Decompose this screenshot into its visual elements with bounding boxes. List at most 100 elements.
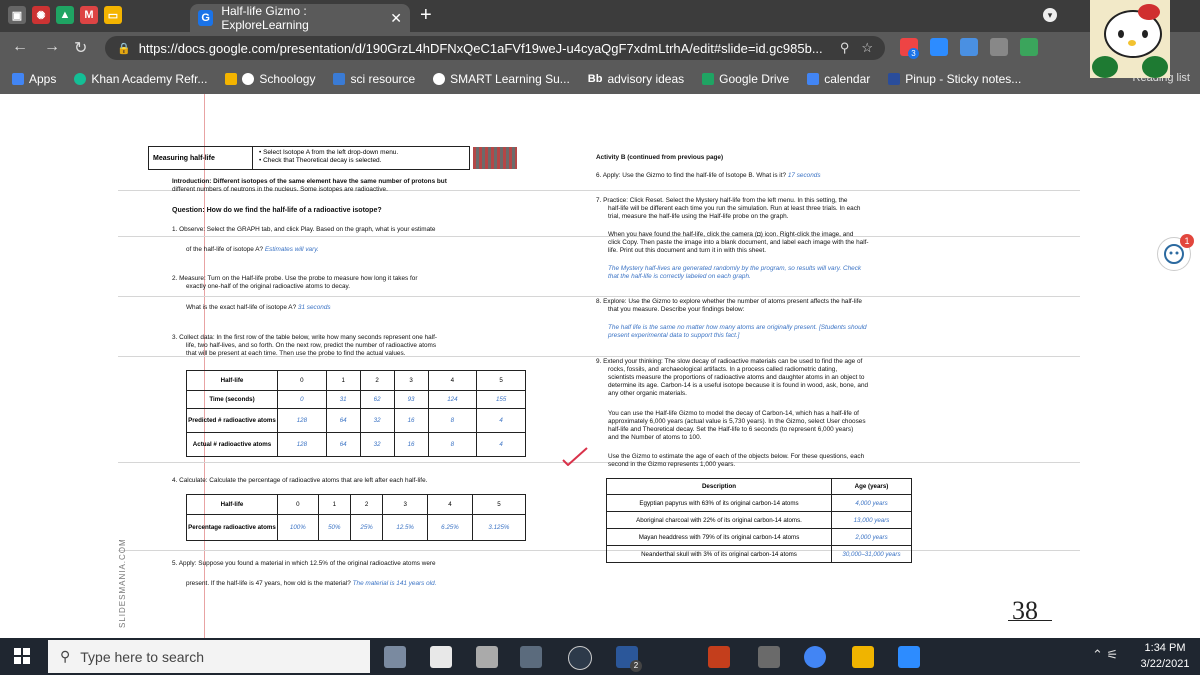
file-explorer-icon[interactable] bbox=[758, 646, 780, 668]
q2-answer: 31 seconds bbox=[297, 304, 331, 311]
gizmo-thumbnail bbox=[473, 147, 517, 169]
zoom-icon[interactable] bbox=[898, 646, 920, 668]
q2-prompt: What is the exact half-life of isotope A… bbox=[186, 304, 297, 311]
forward-icon[interactable]: → bbox=[44, 38, 60, 56]
calendar-icon bbox=[807, 73, 820, 85]
windows-start-icon[interactable] bbox=[14, 648, 30, 664]
back-icon[interactable]: ← bbox=[12, 38, 28, 56]
bookmark-pinup[interactable]: Pinup - Sticky notes... bbox=[888, 72, 1021, 86]
tab-strip: ▣ ✺ ▲ M ▭ G Half-life Gizmo : ExploreLea… bbox=[0, 0, 1200, 32]
extension-icon[interactable] bbox=[960, 38, 978, 56]
new-tab-button[interactable]: + bbox=[420, 4, 432, 27]
zoom-extension-icon[interactable] bbox=[930, 38, 948, 56]
margin-line bbox=[204, 94, 205, 638]
bookmark-advisory[interactable]: Bb advisory ideas bbox=[588, 72, 684, 86]
table-cell: 25% bbox=[349, 514, 384, 541]
table-row: Neanderthal skull with 3% of its origina… bbox=[606, 545, 912, 563]
q1-text: 1. Observe: Select the GRAPH tab, and cl… bbox=[172, 226, 436, 233]
pinned-tab-icon[interactable]: ▣ bbox=[8, 6, 26, 24]
table-cell: 2,000 years bbox=[831, 528, 912, 546]
taskbar-clock[interactable]: 1:34 PM 3/22/2021 bbox=[1140, 640, 1190, 672]
bookmark-smart[interactable]: SMART Learning Su... bbox=[433, 72, 570, 86]
bullet-text: Select Isotope A from the left drop-down… bbox=[263, 149, 399, 156]
q7-line: click Copy. Then paste the image into a … bbox=[608, 239, 869, 246]
q8-answer-line: present experimental data to support thi… bbox=[608, 332, 740, 339]
table-cell: Neanderthal skull with 3% of its origina… bbox=[606, 545, 832, 563]
pompom bbox=[1142, 56, 1168, 78]
slides-icon[interactable]: ▭ bbox=[104, 6, 122, 24]
measuring-label: Measuring half-life bbox=[149, 147, 253, 169]
q9-line: You can use the Half-life Gizmo to model… bbox=[608, 410, 859, 417]
table-label: Half-life bbox=[186, 494, 278, 515]
table-cell: 2 bbox=[349, 494, 384, 515]
clock-time: 1:34 PM bbox=[1144, 642, 1186, 654]
bookmark-label: Khan Academy Refr... bbox=[91, 72, 208, 86]
q9-text: 9. Extend your thinking: The slow decay … bbox=[596, 358, 916, 398]
site-icon bbox=[333, 73, 346, 85]
q9-line: approximately 6,000 years (actual value … bbox=[608, 418, 866, 425]
kitty-bow bbox=[1138, 4, 1160, 20]
extensions: 3 bbox=[900, 38, 1038, 59]
bookmark-schoology[interactable]: Schoology bbox=[225, 72, 315, 86]
side-panel-icon[interactable]: 1 bbox=[1157, 234, 1194, 271]
extension-icon[interactable] bbox=[990, 38, 1008, 56]
calculator-icon[interactable] bbox=[476, 646, 498, 668]
q9-instructions: You can use the Half-life Gizmo to model… bbox=[608, 410, 918, 442]
table-cell: 62 bbox=[359, 390, 395, 409]
table-row: Description Age (years) bbox=[606, 478, 912, 495]
drive-icon[interactable]: ▲ bbox=[56, 6, 74, 24]
measuring-bullets: • Select Isotope A from the left drop-do… bbox=[259, 149, 399, 164]
taskbar-search[interactable]: ⚲ Type here to search bbox=[48, 640, 370, 673]
table-cell: 4,000 years bbox=[831, 494, 912, 512]
table-cell: 155 bbox=[476, 390, 526, 409]
xbox-icon[interactable] bbox=[568, 646, 592, 670]
bookmark-calendar[interactable]: calendar bbox=[807, 72, 870, 86]
image-viewer-icon[interactable] bbox=[852, 646, 874, 668]
extension-icon[interactable]: 3 bbox=[900, 38, 919, 59]
q7-answer-line: The Mystery half-lives are generated ran… bbox=[608, 265, 862, 272]
tab-search-icon[interactable]: ▾ bbox=[1043, 8, 1057, 22]
lock-icon[interactable]: 🔒 bbox=[117, 42, 131, 55]
word-icon[interactable]: 2 bbox=[616, 646, 642, 672]
pinup-icon bbox=[888, 73, 901, 85]
url-text: https://docs.google.com/presentation/d/1… bbox=[138, 40, 823, 56]
table-cell: 0 bbox=[277, 494, 319, 515]
q8-line: 8. Explore: Use the Gizmo to explore whe… bbox=[596, 298, 862, 305]
q9-line: second in the Gizmo represents 1,000 yea… bbox=[608, 461, 736, 468]
table-cell: 4 bbox=[427, 494, 473, 515]
activity-b-heading: Activity B (continued from previous page… bbox=[596, 154, 724, 161]
table-cell: 5 bbox=[476, 370, 526, 391]
bullet-text: Check that Theoretical decay is selected… bbox=[263, 157, 382, 164]
bookmark-sci-resource[interactable]: sci resource bbox=[333, 72, 415, 86]
reload-icon[interactable]: ↻ bbox=[74, 38, 87, 58]
music-app-icon[interactable] bbox=[520, 646, 542, 668]
pinned-tab-icon[interactable]: ✺ bbox=[32, 6, 50, 24]
bookmark-star-icon[interactable]: ☆ bbox=[861, 40, 873, 56]
powerpoint-icon[interactable] bbox=[708, 646, 730, 668]
q6-text: 6. Apply: Use the Gizmo to find the half… bbox=[596, 172, 821, 180]
snipping-tool-icon[interactable] bbox=[384, 646, 406, 668]
q3-line: life, two half-lives, and so forth. On t… bbox=[186, 342, 437, 349]
bookmark-drive[interactable]: Google Drive bbox=[702, 72, 789, 86]
q9-line: 9. Extend your thinking: The slow decay … bbox=[596, 358, 863, 365]
pinned-tabs: ▣ ✺ ▲ M ▭ bbox=[8, 6, 122, 24]
table-cell: 100% bbox=[277, 514, 319, 541]
file-icon[interactable] bbox=[430, 646, 452, 668]
chrome-icon[interactable] bbox=[804, 646, 826, 668]
table-cell: 64 bbox=[325, 432, 361, 457]
system-tray[interactable]: ⌃ ⚟ bbox=[1092, 647, 1118, 663]
zoom-icon[interactable]: ⚲ bbox=[840, 40, 850, 56]
table-cell: 30,000–31,000 years bbox=[831, 545, 912, 563]
gmail-icon[interactable]: M bbox=[80, 6, 98, 24]
address-bar[interactable]: 🔒 https://docs.google.com/presentation/d… bbox=[105, 36, 885, 60]
carbon-dating-table: Description Age (years) Egyptian papyrus… bbox=[606, 478, 912, 563]
extension-icon[interactable] bbox=[1020, 38, 1038, 56]
q7-answer-line: that the half-life is correctly labeled … bbox=[608, 273, 751, 280]
bookmark-apps[interactable]: Apps bbox=[12, 72, 56, 86]
bookmark-label: Pinup - Sticky notes... bbox=[905, 72, 1022, 86]
table-cell: 5 bbox=[471, 494, 527, 515]
tab-active[interactable]: G Half-life Gizmo : ExploreLearning ✕ bbox=[190, 4, 410, 32]
bookmark-khan[interactable]: Khan Academy Refr... bbox=[74, 72, 207, 86]
table-cell: 16 bbox=[393, 432, 429, 457]
tab-close-icon[interactable]: ✕ bbox=[390, 10, 402, 27]
